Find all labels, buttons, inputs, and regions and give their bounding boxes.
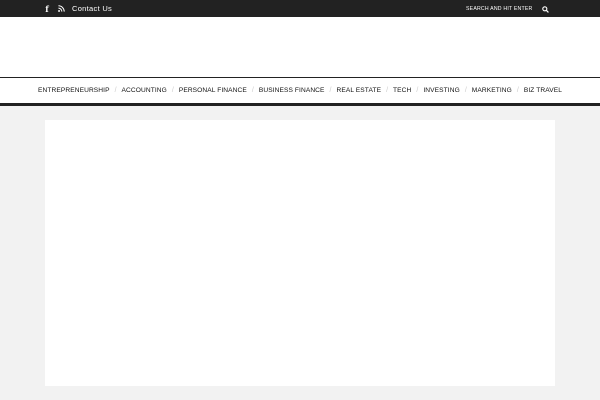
nav-item-biz-travel[interactable]: BIZ TRAVEL	[524, 87, 562, 94]
nav-item-personal-finance[interactable]: PERSONAL FINANCE	[179, 87, 247, 94]
nav-item-accounting[interactable]: ACCOUNTING	[122, 87, 167, 94]
main-navigation: ENTREPRENEURSHIP / ACCOUNTING / PERSONAL F…	[0, 77, 600, 106]
site-header	[0, 17, 600, 77]
nav-separator: /	[464, 87, 467, 94]
nav-item-tech[interactable]: TECH	[393, 87, 411, 94]
search-input[interactable]	[462, 2, 536, 15]
search-form	[462, 2, 578, 15]
rss-icon[interactable]	[56, 0, 66, 17]
nav-item-entrepreneurship[interactable]: ENTREPRENEURSHIP	[38, 87, 110, 94]
nav-separator: /	[114, 87, 117, 94]
nav-separator: /	[516, 87, 519, 94]
contact-us-link[interactable]: Contact Us	[72, 0, 112, 17]
nav-separator: /	[416, 87, 419, 94]
nav-menu: ENTREPRENEURSHIP / ACCOUNTING / PERSONAL F…	[0, 78, 600, 103]
nav-separator: /	[171, 87, 174, 94]
nav-item-investing[interactable]: INVESTING	[423, 87, 459, 94]
nav-separator: /	[386, 87, 389, 94]
nav-item-business-finance[interactable]: BUSINESS FINANCE	[259, 87, 325, 94]
facebook-icon[interactable]: f	[42, 0, 52, 17]
nav-item-real-estate[interactable]: REAL ESTATE	[337, 87, 382, 94]
nav-separator: /	[329, 87, 332, 94]
main-content-panel	[45, 120, 555, 386]
search-icon[interactable]	[540, 4, 550, 14]
nav-separator: /	[251, 87, 254, 94]
top-bar: f Contact Us	[0, 0, 600, 17]
nav-item-marketing[interactable]: MARKETING	[472, 87, 512, 94]
